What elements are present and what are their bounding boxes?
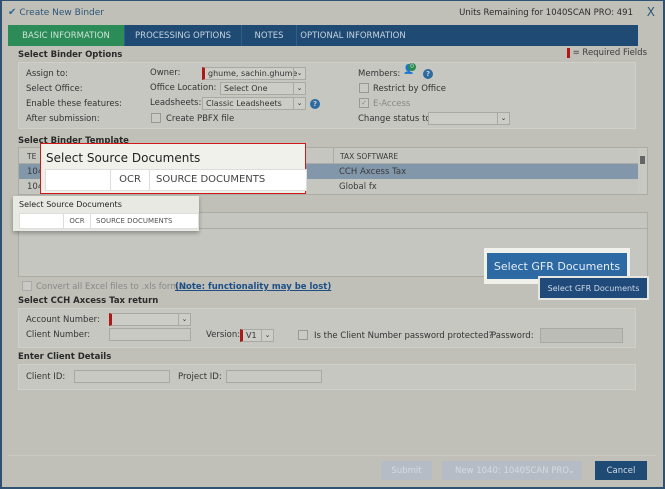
password-protected-checkbox[interactable] bbox=[298, 330, 308, 340]
create-pbfx-label: Create PBFX file bbox=[166, 114, 235, 124]
source-docs-heading: Select Source Documents bbox=[19, 200, 122, 209]
client-details-heading: Enter Client Details bbox=[18, 352, 112, 362]
units-remaining: Units Remaining for 1040SCAN PRO: 491 bbox=[459, 8, 633, 18]
create-pbfx-checkbox[interactable] bbox=[151, 113, 161, 123]
tab-processing-options[interactable]: PROCESSING OPTIONS bbox=[125, 25, 242, 46]
client-id-label: Client ID: bbox=[26, 372, 66, 382]
submit-button[interactable]: Submit bbox=[381, 461, 432, 480]
chevron-down-icon: ⌄ bbox=[261, 330, 273, 341]
footer-divider bbox=[8, 455, 656, 456]
office-location-select[interactable]: Select One ⌄ bbox=[220, 82, 306, 95]
version-select[interactable]: V1 ⌄ bbox=[240, 329, 274, 342]
e-access-label: E-Access bbox=[373, 99, 411, 109]
client-number-input[interactable] bbox=[109, 328, 191, 341]
password-input[interactable] bbox=[540, 328, 623, 343]
check-shield-icon: ✔ bbox=[8, 7, 17, 18]
chevron-down-icon: ⌄ bbox=[293, 98, 305, 109]
restrict-by-office-label: Restrict by Office bbox=[373, 84, 447, 94]
tab-bar: BASIC INFORMATION PROCESSING OPTIONS NOT… bbox=[8, 25, 638, 46]
binder-options-heading: Select Binder Options bbox=[18, 50, 123, 60]
password-label: Password: bbox=[491, 331, 534, 341]
office-location-label: Office Location: bbox=[150, 83, 217, 93]
convert-excel-checkbox[interactable] bbox=[22, 281, 32, 291]
owner-select[interactable]: ghume, sachin.ghume ⌄ bbox=[202, 67, 306, 80]
col-template: TE bbox=[27, 152, 37, 161]
chevron-down-icon: ⌄ bbox=[567, 465, 575, 476]
col-tax-software: TAX SOFTWARE bbox=[333, 148, 404, 164]
chevron-down-icon: ⌄ bbox=[178, 314, 190, 325]
binder-options-box bbox=[18, 62, 636, 129]
client-number-label: Client Number: bbox=[26, 330, 91, 340]
chevron-down-icon: ⌄ bbox=[497, 113, 509, 124]
new-binder-dropdown[interactable]: New 1040: 1040SCAN PRO ⌄ bbox=[442, 461, 582, 480]
close-icon[interactable]: X bbox=[647, 5, 655, 19]
source-docs-callout-small: Select Source Documents OCR SOURCE DOCUM… bbox=[13, 196, 199, 231]
help-icon[interactable]: ? bbox=[310, 99, 320, 109]
source-docs-callout-zoomed: Select Source Documents OCR SOURCE DOCUM… bbox=[40, 143, 307, 194]
e-access-checkbox[interactable]: ✓ bbox=[359, 98, 369, 108]
members-count-badge: 0 bbox=[408, 63, 416, 71]
project-id-label: Project ID: bbox=[178, 372, 222, 382]
help-icon[interactable]: ? bbox=[423, 69, 433, 79]
functionality-note-link[interactable]: (Note: functionality may be lost) bbox=[175, 282, 331, 292]
members-label: Members: bbox=[358, 69, 401, 79]
scrollbar[interactable] bbox=[638, 148, 647, 194]
version-label: Version: bbox=[206, 330, 241, 340]
restrict-by-office-checkbox[interactable] bbox=[359, 83, 369, 93]
assign-to-label: Assign to: bbox=[26, 69, 68, 79]
client-id-input[interactable] bbox=[74, 370, 170, 383]
select-gfr-documents-button[interactable]: Select GFR Documents bbox=[540, 278, 647, 298]
select-office-label: Select Office: bbox=[26, 84, 83, 94]
dialog-title: ✔ Create New Binder bbox=[8, 7, 104, 18]
leadsheets-label: Leadsheets: bbox=[150, 98, 202, 108]
account-number-select[interactable]: ⌄ bbox=[109, 313, 191, 326]
required-marker bbox=[566, 48, 570, 58]
tab-notes[interactable]: NOTES bbox=[242, 25, 297, 46]
leadsheets-select[interactable]: Classic Leadsheets ⌄ bbox=[202, 97, 306, 110]
change-status-label: Change status to: bbox=[358, 114, 434, 124]
password-protected-label: Is the Client Number password protected? bbox=[314, 331, 494, 341]
project-id-input[interactable] bbox=[226, 370, 322, 383]
convert-excel-label: Convert all Excel files to .xls format bbox=[36, 282, 188, 292]
members-icon[interactable]: 👤0 bbox=[403, 63, 416, 75]
cch-heading: Select CCH Axcess Tax return bbox=[18, 296, 159, 306]
enable-features-label: Enable these features: bbox=[26, 99, 122, 109]
after-submission-label: After submission: bbox=[26, 114, 100, 124]
cancel-button[interactable]: Cancel bbox=[595, 461, 647, 480]
change-status-select[interactable]: ⌄ bbox=[428, 112, 510, 125]
tab-optional-information[interactable]: OPTIONAL INFORMATION bbox=[297, 25, 409, 46]
chevron-down-icon: ⌄ bbox=[293, 68, 305, 79]
create-binder-dialog: ✔ Create New Binder Units Remaining for 1… bbox=[2, 1, 663, 487]
owner-label: Owner: bbox=[150, 68, 181, 78]
account-number-label: Account Number: bbox=[26, 315, 100, 325]
source-docs-header: OCR SOURCE DOCUMENTS bbox=[19, 213, 199, 229]
required-legend: = Required Fields bbox=[566, 48, 647, 58]
tab-basic-information[interactable]: BASIC INFORMATION bbox=[8, 25, 125, 46]
chevron-down-icon: ⌄ bbox=[293, 83, 305, 94]
